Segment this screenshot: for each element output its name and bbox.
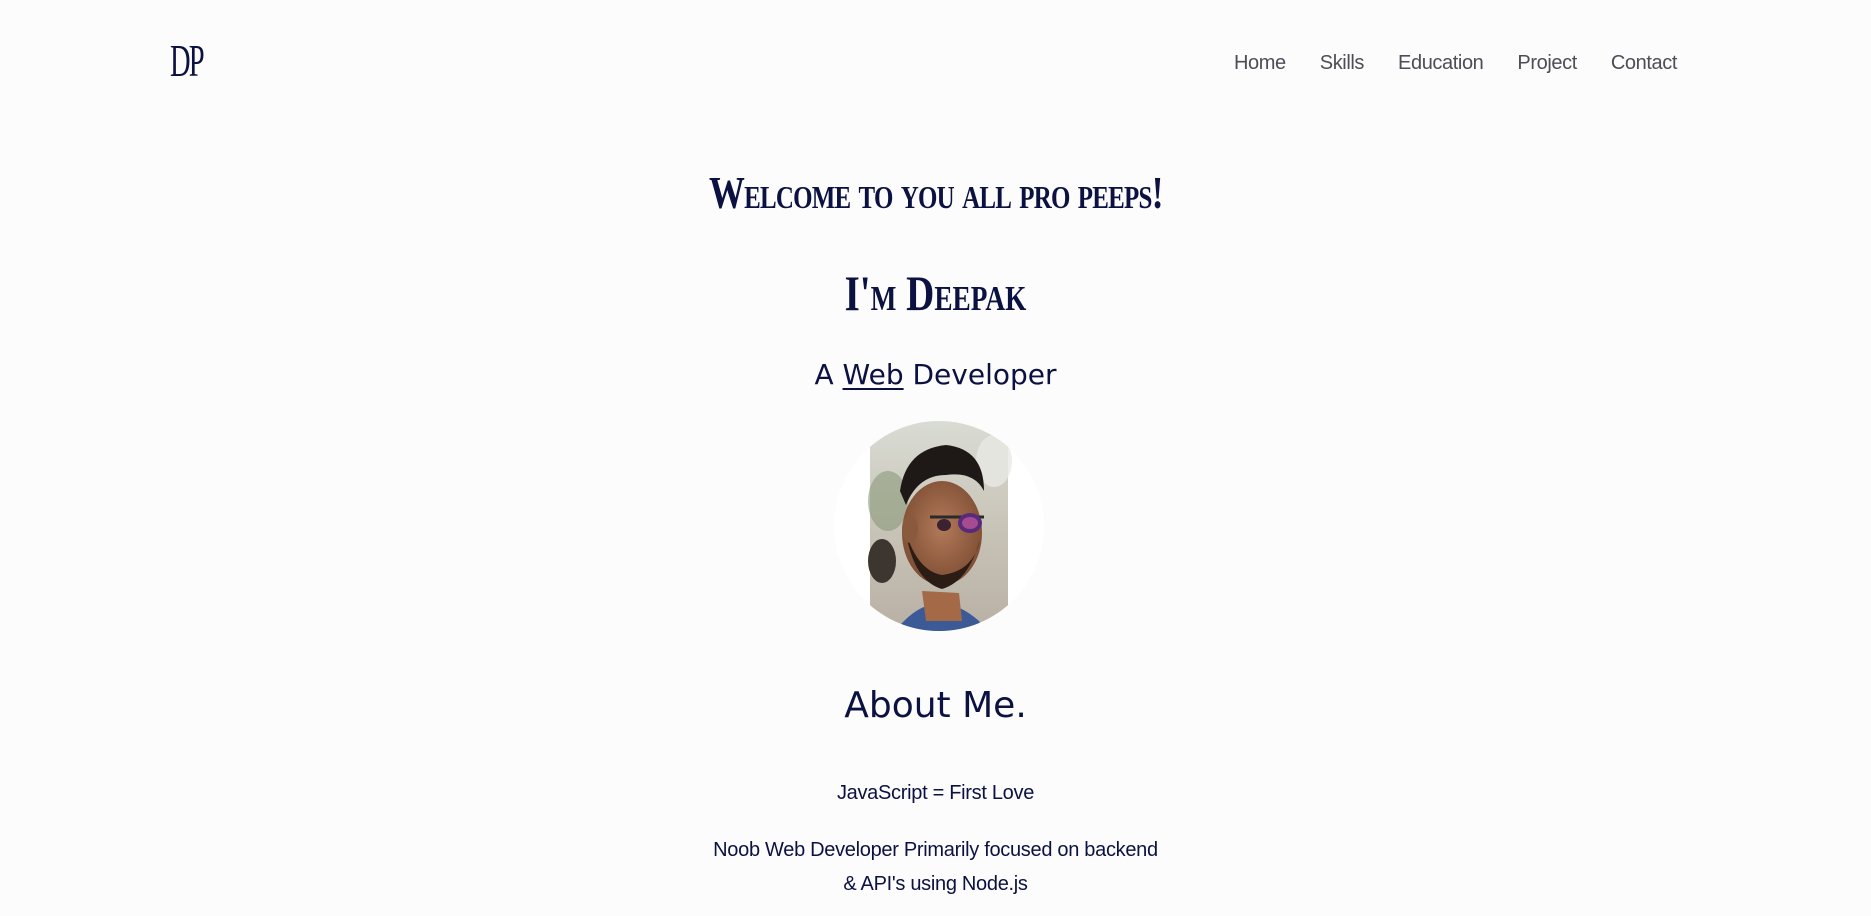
welcome-heading-text: Welcome to you all pro peeps! xyxy=(708,167,1164,218)
about-line-2: Noob Web Developer Primarily focused on … xyxy=(713,839,1158,861)
nav-links: Home Skills Education Project Contact xyxy=(1234,51,1677,75)
nav-link-home[interactable]: Home xyxy=(1234,51,1286,75)
nav-link-skills[interactable]: Skills xyxy=(1320,51,1365,75)
role-tagline: A Web Developer xyxy=(0,358,1871,392)
name-heading: I'm Deepak xyxy=(0,268,1871,318)
about-heading: About Me. xyxy=(844,685,1027,726)
site-logo[interactable]: DP xyxy=(170,38,205,84)
about-line-3: & API's using Node.js xyxy=(843,873,1028,895)
tagline-suffix: Developer xyxy=(912,358,1057,391)
tagline-highlight: Web xyxy=(842,358,904,391)
nav-link-contact[interactable]: Contact xyxy=(1611,51,1678,75)
nav-link-education[interactable]: Education xyxy=(1398,51,1484,75)
nav-link-project[interactable]: Project xyxy=(1517,51,1577,75)
tagline-prefix: A xyxy=(814,358,834,391)
name-heading-text: I'm Deepak xyxy=(844,265,1027,321)
about-line-1: JavaScript = First Love xyxy=(836,782,1035,804)
navbar: DP Home Skills Education Project Contact xyxy=(0,0,1871,130)
profile-avatar xyxy=(834,421,1044,631)
profile-photo xyxy=(868,421,1012,631)
welcome-heading: Welcome to you all pro peeps! xyxy=(0,170,1871,216)
